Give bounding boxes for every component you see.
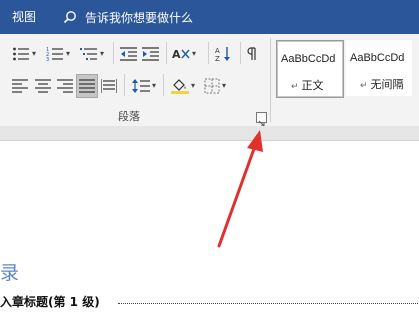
red-arrow-annotation: [217, 130, 263, 248]
